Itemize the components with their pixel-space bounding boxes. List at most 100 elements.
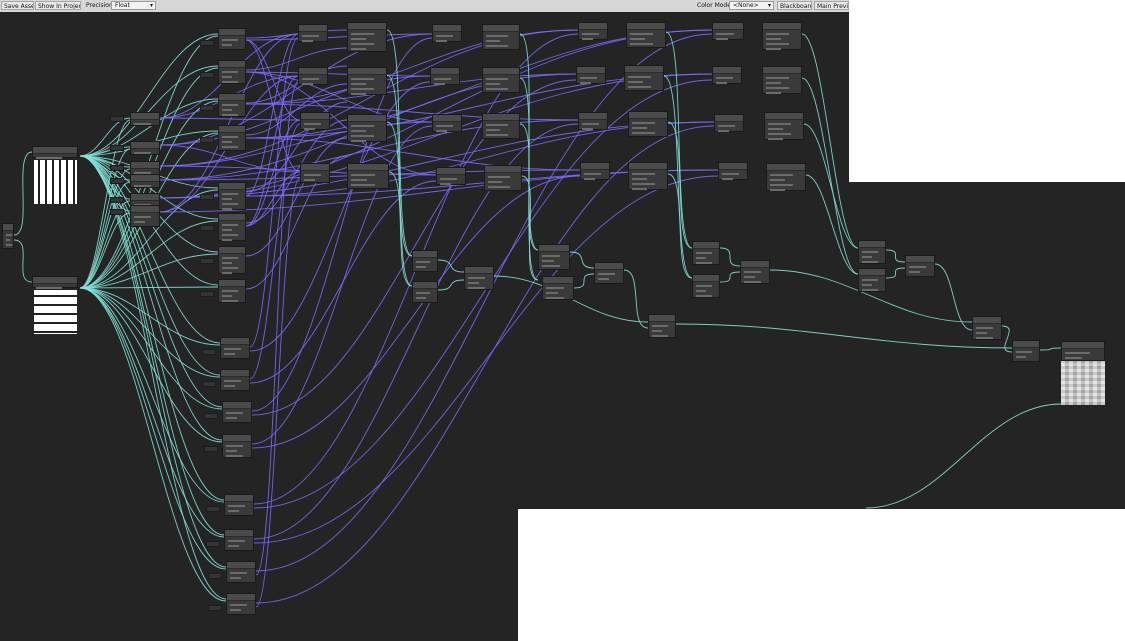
- split-node[interactable]: [130, 174, 160, 188]
- split-node[interactable]: [130, 205, 160, 227]
- math-node[interactable]: [714, 114, 744, 132]
- math-node[interactable]: [300, 163, 330, 183]
- math-node[interactable]: [712, 22, 744, 40]
- node-header[interactable]: [763, 23, 801, 30]
- math-node[interactable]: [226, 561, 256, 583]
- precision-dropdown[interactable]: Float ▾: [111, 1, 156, 10]
- math-node[interactable]: [218, 60, 246, 84]
- texture-sample-node-a[interactable]: [32, 146, 78, 159]
- math-node[interactable]: [972, 316, 1002, 340]
- math-node[interactable]: [538, 244, 570, 270]
- node-header[interactable]: [433, 25, 461, 32]
- math-node[interactable]: [347, 22, 387, 52]
- node-header[interactable]: [483, 68, 519, 75]
- math-node[interactable]: [220, 337, 250, 359]
- input-value-pin[interactable]: [200, 258, 214, 264]
- node-header[interactable]: [219, 280, 245, 287]
- node-header[interactable]: [221, 338, 249, 345]
- node-header[interactable]: [1062, 342, 1104, 349]
- input-value-pin[interactable]: [204, 413, 218, 419]
- math-node[interactable]: [347, 163, 389, 189]
- math-node[interactable]: [578, 22, 608, 40]
- node-header[interactable]: [713, 67, 741, 74]
- node-header[interactable]: [223, 402, 251, 409]
- node-header[interactable]: [219, 94, 245, 101]
- math-node[interactable]: [712, 66, 742, 84]
- math-node[interactable]: [218, 93, 246, 117]
- texture-sample-node-b[interactable]: [32, 276, 78, 289]
- input-value-pin[interactable]: [208, 573, 222, 579]
- math-node[interactable]: [482, 24, 520, 50]
- math-node[interactable]: [218, 125, 246, 151]
- color-mode-dropdown[interactable]: <None> ▾: [729, 1, 774, 10]
- math-node[interactable]: [430, 67, 460, 85]
- node-header[interactable]: [219, 61, 245, 68]
- master-output-node[interactable]: [1061, 341, 1105, 361]
- node-header[interactable]: [227, 594, 255, 601]
- input-value-pin[interactable]: [200, 194, 214, 200]
- node-header[interactable]: [906, 256, 934, 263]
- node-header[interactable]: [719, 163, 747, 170]
- node-header[interactable]: [715, 115, 743, 122]
- node-header[interactable]: [348, 23, 386, 30]
- math-node[interactable]: [858, 268, 886, 292]
- math-node[interactable]: [576, 66, 606, 84]
- node-header[interactable]: [859, 269, 885, 276]
- node-header[interactable]: [413, 251, 437, 258]
- math-node[interactable]: [482, 113, 520, 139]
- math-node[interactable]: [436, 167, 466, 185]
- node-header[interactable]: [595, 263, 623, 270]
- node-header[interactable]: [741, 261, 769, 268]
- math-node[interactable]: [484, 165, 522, 191]
- node-header[interactable]: [437, 168, 465, 175]
- math-node[interactable]: [222, 401, 252, 423]
- input-value-pin[interactable]: [200, 225, 214, 231]
- input-value-pin[interactable]: [200, 72, 214, 78]
- node-header[interactable]: [348, 115, 386, 122]
- node-header[interactable]: [225, 495, 253, 502]
- math-node[interactable]: [764, 112, 804, 140]
- node-header[interactable]: [627, 23, 665, 30]
- math-node[interactable]: [762, 66, 802, 94]
- node-header[interactable]: [483, 114, 519, 121]
- node-header[interactable]: [629, 112, 667, 119]
- input-value-pin[interactable]: [200, 137, 214, 143]
- node-header[interactable]: [219, 183, 245, 190]
- math-node[interactable]: [692, 274, 720, 298]
- input-value-pin[interactable]: [204, 446, 218, 452]
- node-header[interactable]: [579, 23, 607, 30]
- math-node[interactable]: [648, 314, 676, 338]
- node-header[interactable]: [433, 115, 461, 122]
- node-header[interactable]: [131, 162, 159, 169]
- main-preview-toggle[interactable]: Main Preview: [814, 1, 849, 10]
- math-node[interactable]: [578, 112, 608, 130]
- node-header[interactable]: [348, 68, 386, 75]
- node-header[interactable]: [465, 267, 493, 274]
- node-header[interactable]: [301, 164, 329, 171]
- math-node[interactable]: [218, 279, 246, 303]
- math-node[interactable]: [692, 241, 720, 265]
- show-in-project-button[interactable]: Show In Project: [35, 1, 81, 10]
- math-node[interactable]: [628, 111, 668, 137]
- node-header[interactable]: [225, 530, 253, 537]
- node-header[interactable]: [431, 68, 459, 75]
- uv-node[interactable]: [2, 223, 14, 249]
- input-value-pin[interactable]: [200, 40, 214, 46]
- math-node[interactable]: [224, 529, 254, 551]
- node-header[interactable]: [223, 435, 251, 442]
- math-node[interactable]: [222, 434, 252, 458]
- split-node[interactable]: [130, 112, 160, 126]
- node-header[interactable]: [219, 214, 245, 221]
- split-node[interactable]: [130, 141, 160, 155]
- node-header[interactable]: [221, 370, 249, 377]
- node-header[interactable]: [131, 113, 159, 120]
- math-node[interactable]: [347, 114, 387, 142]
- node-header[interactable]: [629, 163, 667, 170]
- node-header[interactable]: [131, 142, 159, 149]
- node-header[interactable]: [767, 164, 805, 171]
- node-header[interactable]: [581, 163, 609, 170]
- save-asset-button[interactable]: Save Asset: [1, 1, 34, 10]
- node-header[interactable]: [763, 67, 801, 74]
- node-header[interactable]: [3, 224, 13, 231]
- split-node[interactable]: [130, 161, 160, 175]
